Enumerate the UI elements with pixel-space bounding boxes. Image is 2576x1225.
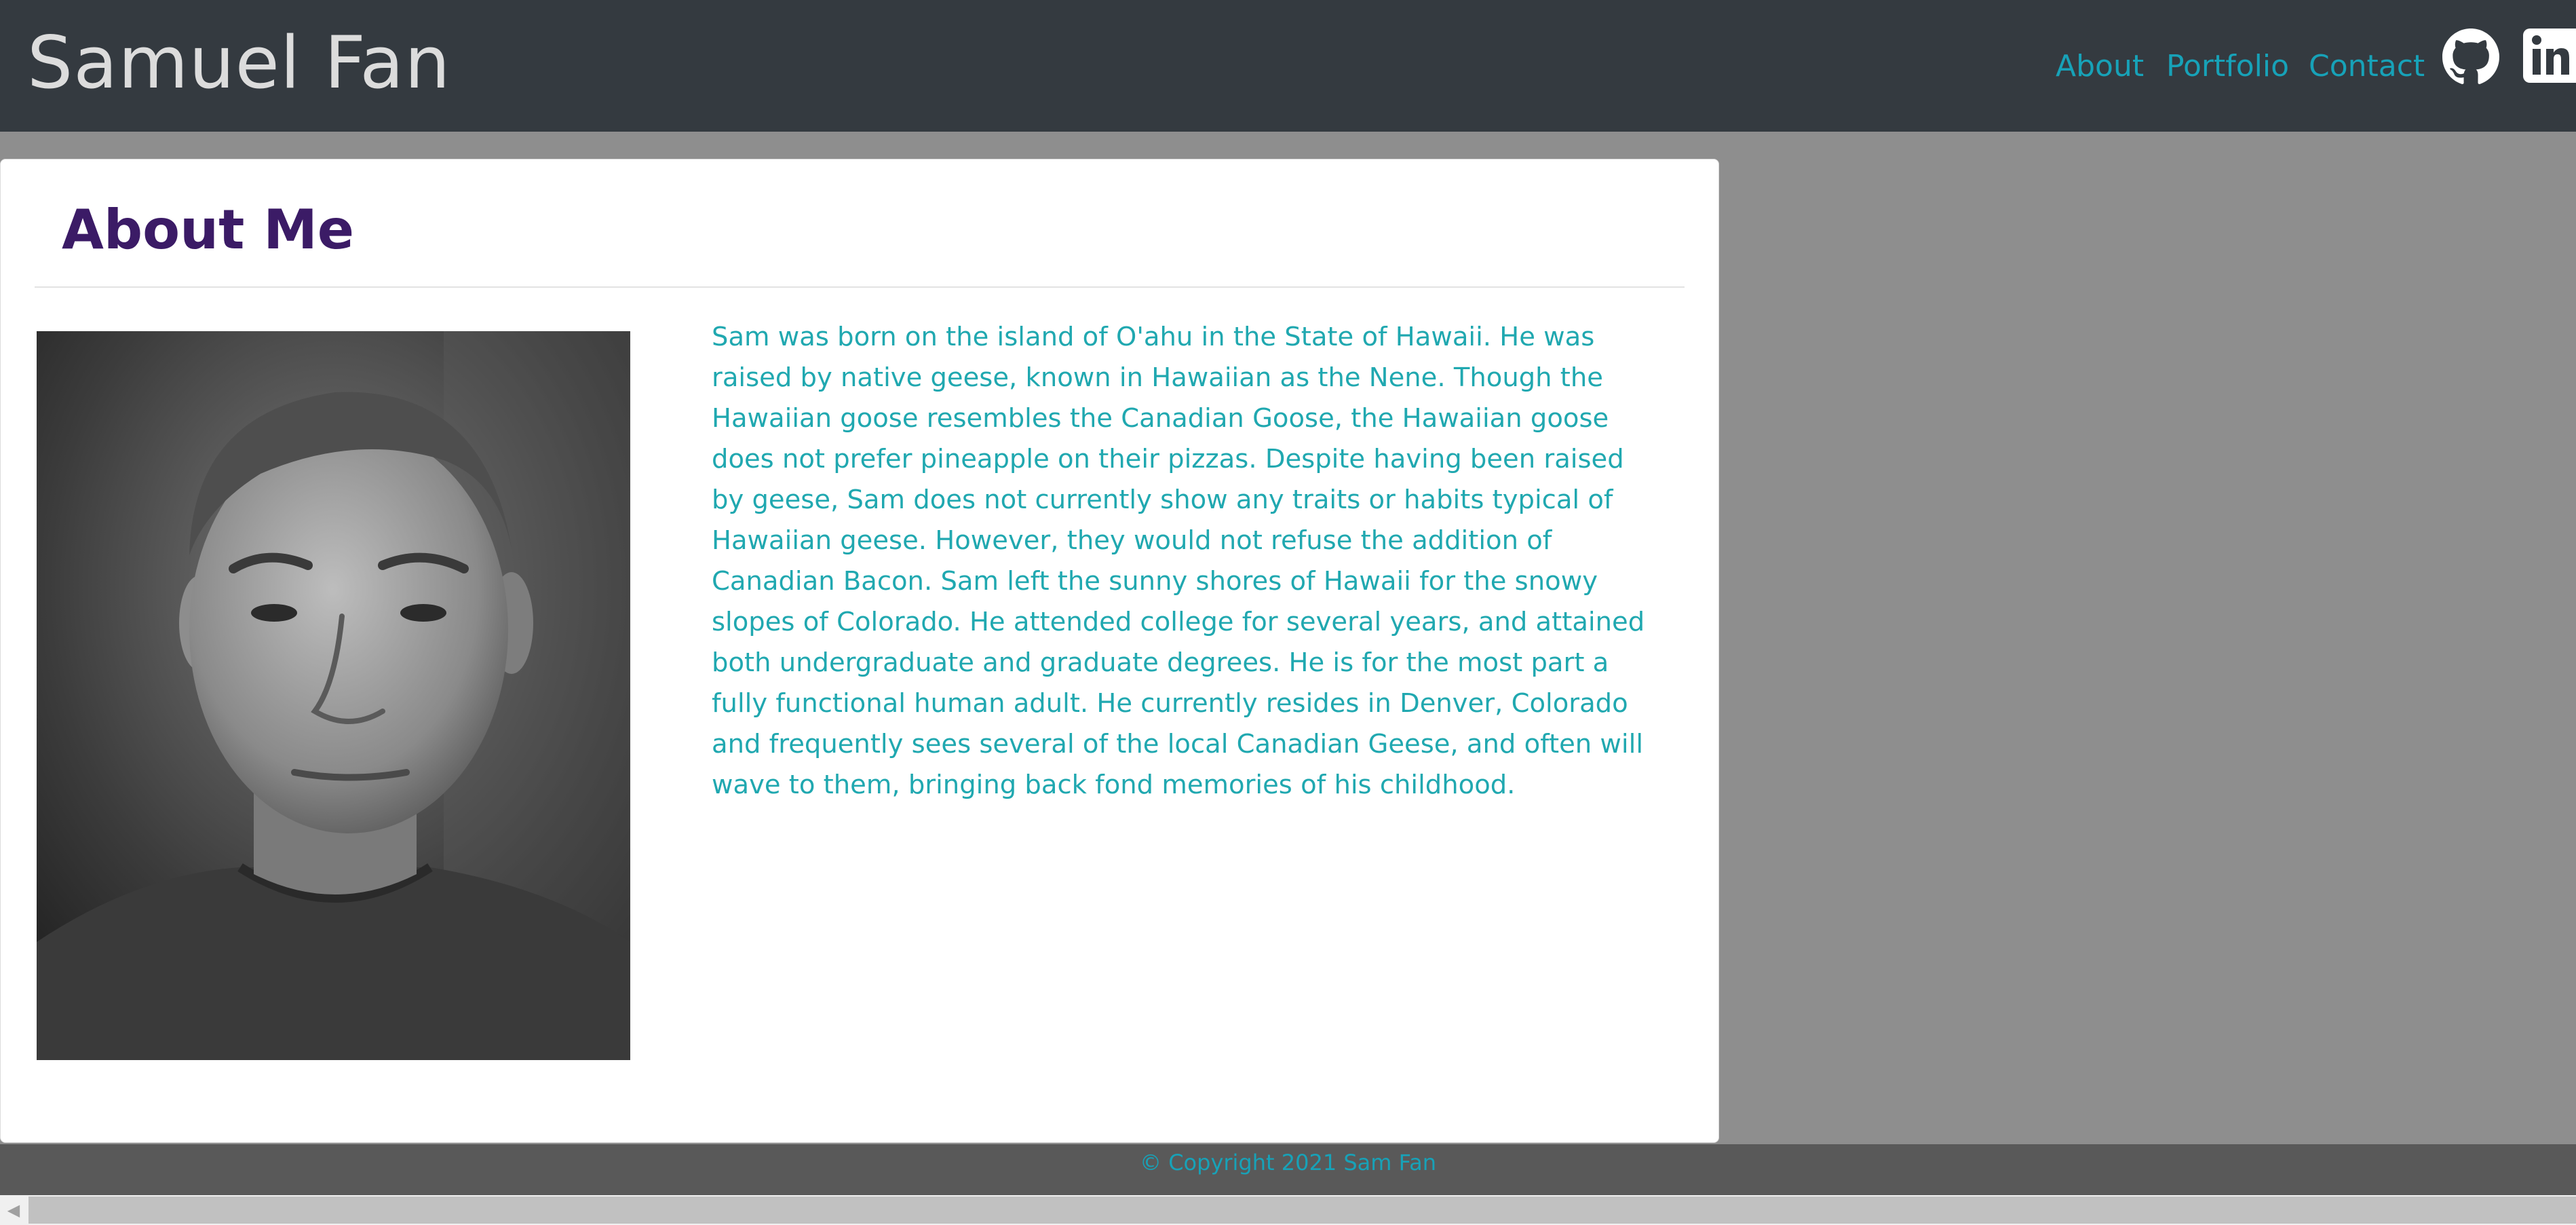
linkedin-link[interactable]	[2523, 29, 2576, 83]
copyright-text: © Copyright 2021 Sam Fan	[1140, 1150, 1436, 1175]
heading-divider	[35, 286, 1685, 288]
about-bio: Sam was born on the island of O'ahu in t…	[712, 322, 1645, 800]
scroll-left-arrow-icon[interactable]: ◀	[0, 1195, 27, 1225]
horizontal-scrollbar[interactable]: ◀	[0, 1195, 2576, 1225]
about-card: About Me Sam was born on the island of O…	[0, 159, 1719, 1143]
site-header: Samuel Fan About Portfolio Contact	[0, 0, 2576, 132]
nav-link-portfolio[interactable]: Portfolio	[2166, 46, 2289, 87]
portrait-photo	[37, 331, 630, 1060]
github-link[interactable]	[2442, 29, 2499, 86]
about-heading: About Me	[62, 198, 355, 261]
linkedin-icon	[2523, 29, 2576, 83]
site-footer: © Copyright 2021 Sam Fan	[0, 1144, 2576, 1195]
nav-link-about[interactable]: About	[2056, 46, 2144, 87]
github-icon	[2442, 29, 2499, 84]
scrollbar-thumb[interactable]	[28, 1196, 2576, 1224]
nav-link-contact[interactable]: Contact	[2309, 46, 2425, 87]
site-title: Samuel Fan	[27, 21, 451, 105]
